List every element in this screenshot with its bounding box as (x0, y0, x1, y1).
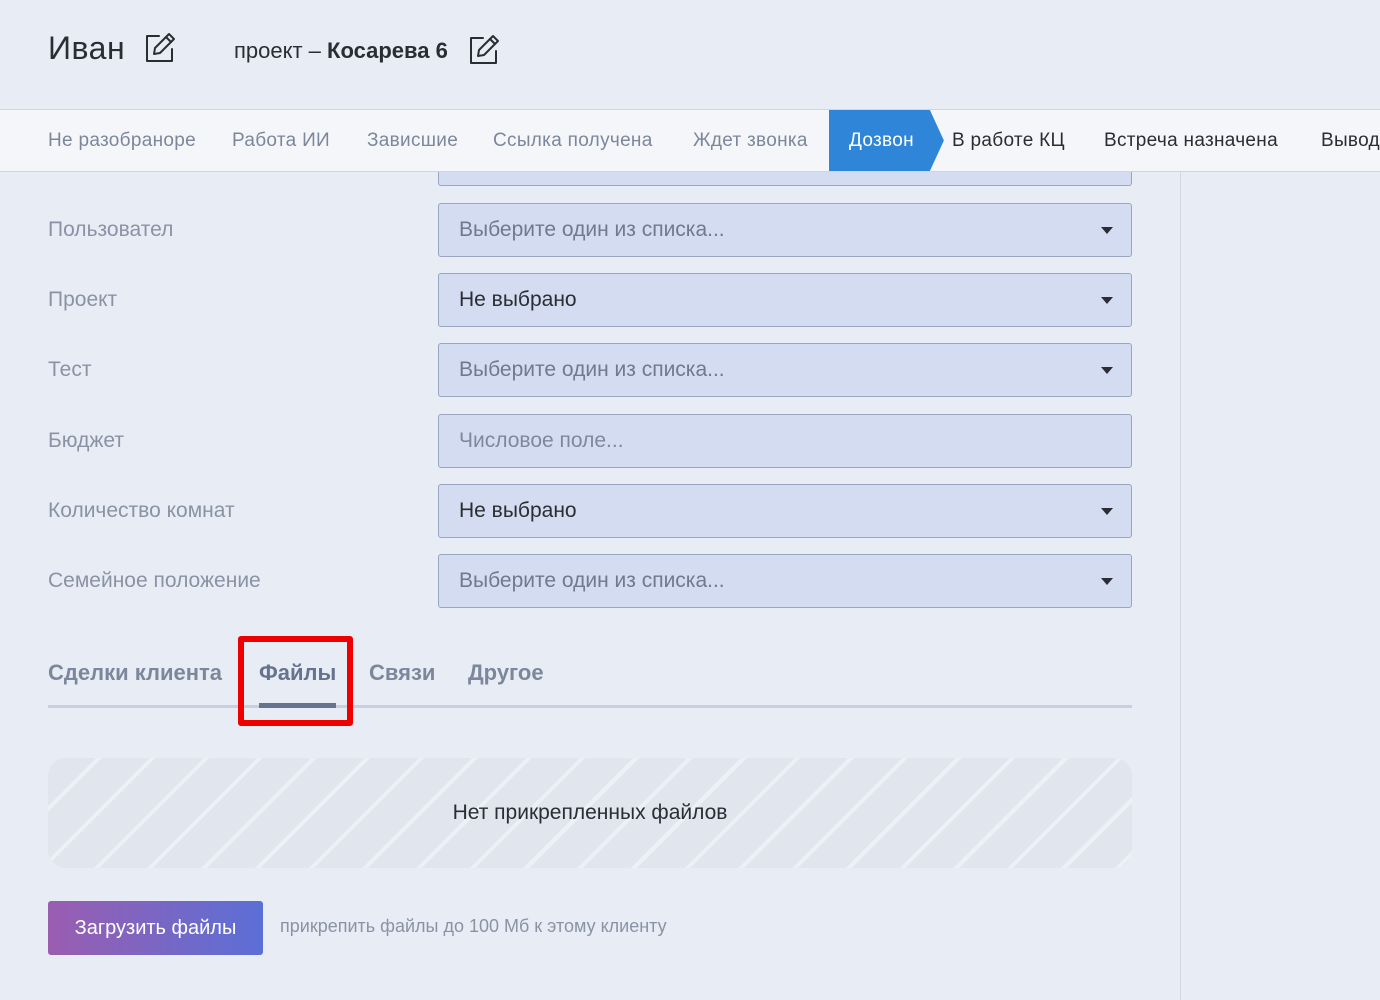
form-row-budget: Бюджет (48, 414, 1132, 468)
form-row-project: Проект Не выбрано (48, 273, 1132, 327)
budget-input[interactable] (438, 414, 1132, 468)
field-label: Бюджет (48, 429, 124, 452)
form-row-marital: Семейное положение Выберите один из спис… (48, 554, 1132, 608)
select-value: Выберите один из списка... (459, 358, 725, 381)
form-row-test: Тест Выберите один из списка... (48, 343, 1132, 397)
page-header: Иван проект – Косарева 6 (0, 0, 1380, 109)
select-value: Выберите один из списка... (459, 218, 725, 241)
field-label: Семейное положение (48, 569, 261, 592)
form-row-user: Пользовател Выберите один из списка... (48, 203, 1132, 257)
pipeline-stages: Не разобраноре Работа ИИ Зависшие Ссылка… (0, 109, 1380, 172)
caret-down-icon (1101, 508, 1113, 515)
rooms-select[interactable]: Не выбрано (438, 484, 1132, 538)
active-tab-indicator (259, 703, 336, 708)
caret-down-icon (1101, 367, 1113, 374)
edit-project-icon[interactable] (467, 33, 501, 67)
files-empty-text: Нет прикрепленных файлов (452, 801, 728, 824)
upload-hint: прикрепить файлы до 100 Мб к этому клиен… (280, 916, 667, 936)
stage-v-rabote-kc[interactable]: В работе КЦ (952, 110, 1065, 171)
field-label: Тест (48, 358, 92, 381)
stage-ssylka-poluchena[interactable]: Ссылка получена (493, 110, 653, 171)
test-select[interactable]: Выберите один из списка... (438, 343, 1132, 397)
caret-down-icon (1101, 578, 1113, 585)
right-panel-divider (1180, 172, 1181, 1000)
upload-files-button[interactable]: Загрузить файлы (48, 901, 263, 955)
stage-zavisshie[interactable]: Зависшие (367, 110, 458, 171)
tab-other[interactable]: Другое (468, 660, 544, 686)
tab-client-deals[interactable]: Сделки клиента (48, 660, 222, 686)
caret-down-icon (1101, 227, 1113, 234)
stage-zhdet-zvonka[interactable]: Ждет звонка (693, 110, 808, 171)
field-label: Пользовател (48, 218, 174, 241)
stage-rabota-ii[interactable]: Работа ИИ (232, 110, 330, 171)
form-row-rooms: Количество комнат Не выбрано (48, 484, 1132, 538)
project-prefix: проект – (234, 38, 328, 63)
project-select[interactable]: Не выбрано (438, 273, 1132, 327)
field-label: Количество комнат (48, 499, 235, 522)
select-value: Не выбрано (459, 499, 577, 522)
field-label: Проект (48, 288, 118, 311)
client-tabs: Сделки клиента Файлы Связи Другое (48, 650, 1132, 708)
stage-dozvon[interactable]: Дозвон (829, 110, 944, 171)
select-value: Не выбрано (459, 288, 577, 311)
tab-relations[interactable]: Связи (369, 660, 435, 686)
tab-files[interactable]: Файлы (259, 660, 336, 686)
client-name: Иван (48, 30, 126, 66)
previous-field-edge[interactable] (438, 172, 1132, 186)
stage-vstrecha-naznachena[interactable]: Встреча назначена (1104, 110, 1278, 171)
marital-status-select[interactable]: Выберите один из списка... (438, 554, 1132, 608)
stage-ne-razobrano[interactable]: Не разобраноре (48, 110, 196, 171)
project-line: проект – Косарева 6 (234, 38, 448, 64)
project-name: Косарева 6 (327, 38, 448, 63)
caret-down-icon (1101, 297, 1113, 304)
user-select[interactable]: Выберите один из списка... (438, 203, 1132, 257)
stage-vyvod[interactable]: Вывод (1321, 110, 1380, 171)
edit-name-icon[interactable] (143, 31, 177, 65)
select-value: Выберите один из списка... (459, 569, 725, 592)
files-empty-state: Нет прикрепленных файлов (48, 758, 1132, 868)
